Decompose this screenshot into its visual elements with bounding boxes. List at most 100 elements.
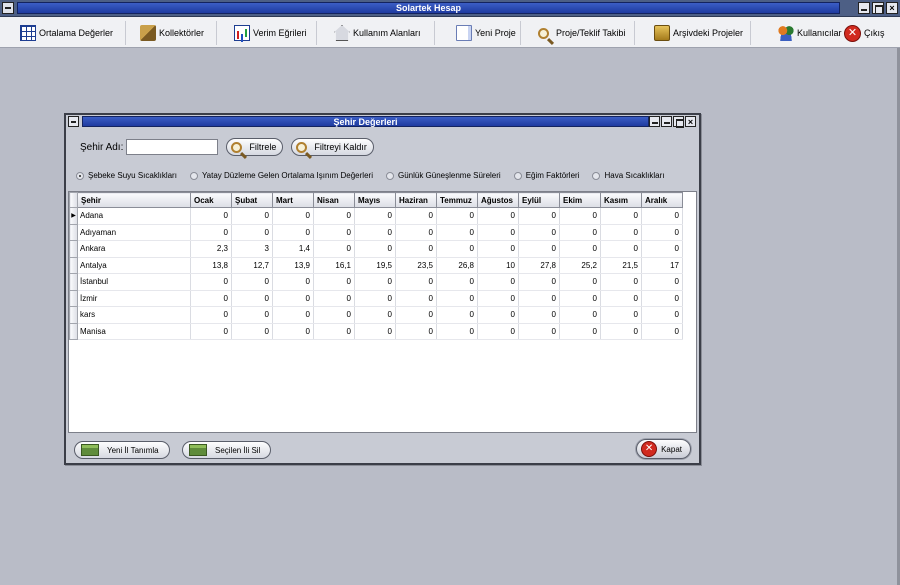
value-cell[interactable]: 0	[395, 207, 437, 225]
value-cell[interactable]: 0	[436, 207, 478, 225]
value-cell[interactable]: 0	[313, 224, 355, 241]
value-cell[interactable]: 0	[600, 224, 642, 241]
dialog-close-icon[interactable]: ×	[685, 116, 696, 127]
value-cell[interactable]: 0	[518, 273, 560, 291]
column-header[interactable]: Nisan	[313, 192, 355, 208]
yeni-proje-button[interactable]: Yeni Proje	[456, 22, 516, 44]
value-cell[interactable]: 0	[354, 273, 396, 291]
column-header[interactable]: Kasım	[600, 192, 642, 208]
proje-teklif-takibi-button[interactable]: Proje/Teklif Takibi	[538, 22, 625, 44]
dialog-iconify-icon[interactable]	[649, 116, 660, 127]
table-row[interactable]: Adıyaman 0 0 0 0 0 0 0 0 0 0 0 0	[69, 223, 683, 241]
kullanicilar-button[interactable]: Kullanıcılar	[778, 22, 842, 44]
value-cell[interactable]: 19,5	[354, 257, 396, 274]
value-cell[interactable]: 0	[272, 323, 314, 340]
value-cell[interactable]: 0	[518, 240, 560, 258]
verim-egrileri-button[interactable]: Verim Eğrileri	[234, 22, 307, 44]
city-cell[interactable]: Manisa	[77, 323, 191, 340]
row-header[interactable]	[69, 240, 78, 258]
maximize-icon[interactable]	[872, 2, 884, 14]
column-header[interactable]: Haziran	[395, 192, 437, 208]
radio-yatay-duzleme[interactable]: Yatay Düzleme Gelen Ortalama Işınım Değe…	[189, 171, 373, 180]
value-cell[interactable]: 0	[231, 207, 273, 225]
sehir-adi-input[interactable]	[126, 139, 219, 155]
value-cell[interactable]: 10	[477, 257, 519, 274]
value-cell[interactable]: 0	[190, 290, 232, 307]
row-header[interactable]	[69, 207, 78, 225]
table-row[interactable]: İzmir 0 0 0 0 0 0 0 0 0 0 0 0	[69, 289, 683, 307]
dialog-system-menu-icon[interactable]	[68, 116, 79, 127]
ortalama-degerler-button[interactable]: Ortalama Değerler	[20, 22, 113, 44]
value-cell[interactable]: 0	[477, 323, 519, 340]
kapat-button[interactable]: ✕ Kapat	[636, 439, 691, 459]
value-cell[interactable]: 0	[600, 323, 642, 340]
value-cell[interactable]: 13,9	[272, 257, 314, 274]
value-cell[interactable]: 0	[477, 240, 519, 258]
value-cell[interactable]: 0	[477, 224, 519, 241]
system-menu-icon[interactable]	[2, 2, 14, 14]
value-cell[interactable]: 0	[231, 323, 273, 340]
value-cell[interactable]: 0	[190, 273, 232, 291]
column-header[interactable]: Ağustos	[477, 192, 519, 208]
value-cell[interactable]: 0	[231, 306, 273, 324]
secilen-ili-sil-button[interactable]: Seçilen İli Sil	[182, 441, 272, 459]
value-cell[interactable]: 0	[518, 323, 560, 340]
value-cell[interactable]: 0	[313, 290, 355, 307]
column-header[interactable]: Şubat	[231, 192, 273, 208]
value-cell[interactable]: 0	[518, 290, 560, 307]
column-header[interactable]: Eylül	[518, 192, 560, 208]
city-cell[interactable]: Ankara	[77, 240, 191, 258]
kollektorler-button[interactable]: Kollektörler	[140, 22, 204, 44]
value-cell[interactable]: 0	[641, 224, 683, 241]
yeni-il-tanimla-button[interactable]: Yeni İl Tanımla	[74, 441, 170, 459]
value-cell[interactable]: 0	[518, 224, 560, 241]
row-header[interactable]	[69, 223, 78, 241]
value-cell[interactable]: 0	[600, 290, 642, 307]
city-cell[interactable]: Antalya	[77, 257, 191, 274]
column-header[interactable]: Mayıs	[354, 192, 396, 208]
title-bar-drag-area[interactable]: Solartek Hesap	[17, 2, 840, 14]
filtreyi-kaldir-button[interactable]: Filtreyi Kaldır	[291, 138, 374, 156]
row-header[interactable]	[69, 306, 78, 324]
value-cell[interactable]: 0	[477, 207, 519, 225]
filtrele-button[interactable]: Filtrele	[226, 138, 284, 156]
column-header[interactable]: Ekim	[559, 192, 601, 208]
value-cell[interactable]: 0	[190, 207, 232, 225]
table-row[interactable]: kars 0 0 0 0 0 0 0 0 0 0 0 0	[69, 306, 683, 324]
value-cell[interactable]: 0	[190, 306, 232, 324]
value-cell[interactable]: 0	[354, 290, 396, 307]
value-cell[interactable]: 0	[641, 290, 683, 307]
radio-gunluk-guneslenme[interactable]: Günlük Güneşlenme Süreleri	[385, 171, 501, 180]
dialog-title-drag-area[interactable]: Şehir Değerleri	[82, 116, 649, 127]
value-cell[interactable]: 17	[641, 257, 683, 274]
value-cell[interactable]: 0	[313, 240, 355, 258]
radio-egim-faktorleri[interactable]: Eğim Faktörleri	[513, 171, 579, 180]
value-cell[interactable]: 0	[395, 323, 437, 340]
table-row[interactable]: Manisa 0 0 0 0 0 0 0 0 0 0 0 0	[69, 322, 683, 340]
value-cell[interactable]: 0	[477, 273, 519, 291]
table-row[interactable]: Adana000000000000	[69, 207, 683, 225]
value-cell[interactable]: 0	[395, 224, 437, 241]
value-cell[interactable]: 0	[272, 306, 314, 324]
value-cell[interactable]: 0	[641, 273, 683, 291]
value-cell[interactable]: 21,5	[600, 257, 642, 274]
close-icon[interactable]: ×	[886, 2, 898, 14]
value-cell[interactable]: 0	[436, 323, 478, 340]
value-cell[interactable]: 0	[231, 224, 273, 241]
value-cell[interactable]: 0	[641, 306, 683, 324]
value-cell[interactable]: 0	[354, 224, 396, 241]
value-cell[interactable]: 0	[477, 290, 519, 307]
value-cell[interactable]: 0	[559, 323, 601, 340]
value-cell[interactable]: 0	[641, 207, 683, 225]
value-cell[interactable]: 0	[395, 273, 437, 291]
value-cell[interactable]: 0	[190, 224, 232, 241]
value-cell[interactable]: 0	[272, 224, 314, 241]
table-row[interactable]: Ankara 2,3 3 1,4 0 0 0 0 0 0 0 0 0	[69, 240, 683, 258]
row-header[interactable]	[69, 256, 78, 274]
value-cell[interactable]: 0	[313, 273, 355, 291]
city-cell[interactable]: Adıyaman	[77, 224, 191, 241]
value-cell[interactable]: 0	[436, 240, 478, 258]
kullanim-alanlari-button[interactable]: Kullanım Alanları	[334, 22, 421, 44]
value-cell[interactable]: 0	[477, 306, 519, 324]
city-cell[interactable]: kars	[77, 306, 191, 324]
